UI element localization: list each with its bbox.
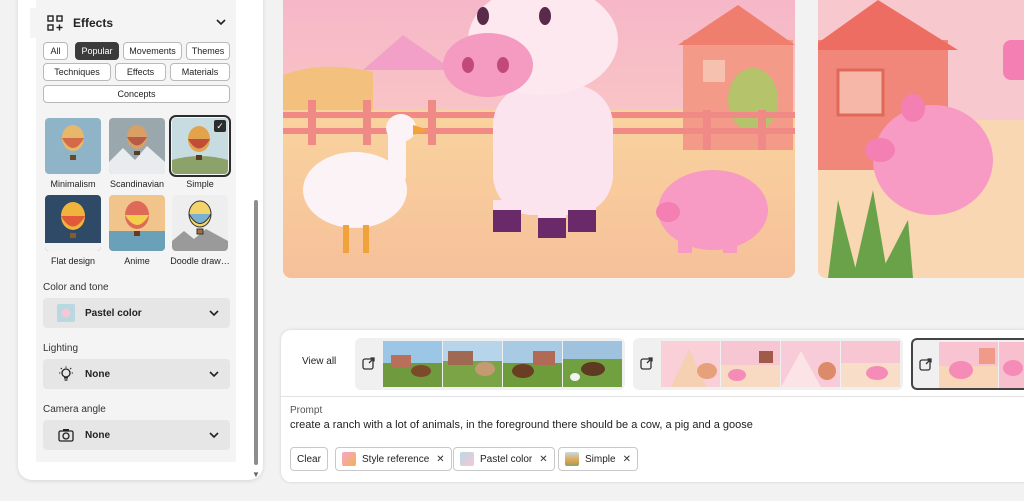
history-group-3-selected[interactable] xyxy=(911,338,1024,390)
style-label-anime: Anime xyxy=(124,256,150,266)
style-label-scandinavian: Scandinavian xyxy=(109,179,165,189)
chevron-down-icon xyxy=(209,310,219,317)
pastel-swatch-icon xyxy=(57,304,75,322)
scroll-down-arrow[interactable]: ▼ xyxy=(252,470,260,479)
history-thumb[interactable] xyxy=(781,341,840,387)
balloon-icon xyxy=(45,195,101,251)
reuse-icon[interactable] xyxy=(919,357,933,371)
style-thumb-doodle[interactable] xyxy=(172,195,228,251)
style-label-flat-design: Flat design xyxy=(50,256,96,266)
bulb-icon xyxy=(57,365,75,383)
filter-chip-popular[interactable]: Popular xyxy=(75,42,119,60)
lighting-label: Lighting xyxy=(43,343,79,354)
camera-angle-value: None xyxy=(85,429,110,441)
style-thumb-simple[interactable]: ✓ xyxy=(169,115,231,177)
lighting-value: None xyxy=(85,368,110,380)
style-label-minimalism: Minimalism xyxy=(50,179,96,189)
history-thumb[interactable] xyxy=(503,341,562,387)
reuse-icon[interactable] xyxy=(362,356,376,370)
simple-style-icon xyxy=(565,452,579,466)
filter-chip-movements[interactable]: Movements xyxy=(123,42,182,60)
tag-label: Style reference xyxy=(362,453,430,465)
balloon-icon xyxy=(45,118,101,174)
history-thumb[interactable] xyxy=(939,342,998,388)
history-thumb[interactable] xyxy=(383,341,442,387)
panel-scrollbar[interactable] xyxy=(254,200,258,465)
style-thumb-minimalism[interactable] xyxy=(45,118,101,174)
lighting-dropdown[interactable]: None xyxy=(43,359,230,389)
history-group-2[interactable] xyxy=(633,338,903,390)
history-thumb[interactable] xyxy=(999,342,1024,388)
filter-chip-all[interactable]: All xyxy=(43,42,68,60)
pastel-swatch-icon xyxy=(460,452,474,466)
history-thumb[interactable] xyxy=(443,341,502,387)
style-label-doodle: Doodle draw… xyxy=(170,256,230,266)
chevron-down-icon xyxy=(209,432,219,439)
chevron-down-icon xyxy=(209,371,219,378)
style-reference-icon xyxy=(342,452,356,466)
remove-tag-icon[interactable]: ✕ xyxy=(539,454,547,465)
tag-simple[interactable]: Simple ✕ xyxy=(558,447,638,471)
filter-chip-concepts[interactable]: Concepts xyxy=(43,85,230,103)
prompt-label: Prompt xyxy=(290,405,323,416)
camera-angle-label: Camera angle xyxy=(43,404,106,415)
reuse-icon[interactable] xyxy=(640,356,654,370)
history-thumb[interactable] xyxy=(661,341,720,387)
history-thumb[interactable] xyxy=(563,341,622,387)
balloon-icon xyxy=(109,118,165,174)
checkmark-icon: ✓ xyxy=(214,120,226,132)
effects-section-header[interactable]: Effects xyxy=(30,8,235,38)
color-tone-label: Color and tone xyxy=(43,282,109,293)
tag-label: Simple xyxy=(585,453,616,465)
clear-button[interactable]: Clear xyxy=(290,447,328,471)
style-thumb-flat-design[interactable] xyxy=(45,195,101,251)
tag-pastel-color[interactable]: Pastel color ✕ xyxy=(453,447,555,471)
chevron-down-icon[interactable] xyxy=(215,16,227,28)
tag-style-reference[interactable]: Style reference ✕ xyxy=(335,447,452,471)
history-thumb[interactable] xyxy=(721,341,780,387)
effects-title: Effects xyxy=(73,16,114,30)
remove-tag-icon[interactable]: ✕ xyxy=(623,454,631,465)
filter-chip-materials[interactable]: Materials xyxy=(170,63,230,81)
divider xyxy=(281,396,1024,397)
filter-chip-themes[interactable]: Themes xyxy=(186,42,230,60)
style-thumb-anime[interactable] xyxy=(109,195,165,251)
remove-tag-icon[interactable]: ✕ xyxy=(436,454,444,465)
prompt-input[interactable]: create a ranch with a lot of animals, in… xyxy=(290,419,753,431)
color-tone-value: Pastel color xyxy=(85,307,142,319)
prompt-panel: View all Prompt create a ranch with a lo… xyxy=(281,330,1024,482)
balloon-icon xyxy=(172,195,228,251)
style-thumb-scandinavian[interactable] xyxy=(109,118,165,174)
tag-label: Pastel color xyxy=(480,453,533,465)
view-all-link[interactable]: View all xyxy=(302,356,336,367)
balloon-icon xyxy=(109,195,165,251)
history-group-1[interactable] xyxy=(355,338,625,390)
generated-image-main[interactable] xyxy=(283,0,795,278)
filter-chip-techniques[interactable]: Techniques xyxy=(43,63,111,81)
camera-icon xyxy=(57,426,75,444)
clear-button-label: Clear xyxy=(297,453,321,465)
history-thumb[interactable] xyxy=(841,341,900,387)
effects-icon xyxy=(47,15,63,31)
generated-image-secondary[interactable] xyxy=(818,0,1024,278)
camera-angle-dropdown[interactable]: None xyxy=(43,420,230,450)
color-tone-dropdown[interactable]: Pastel color xyxy=(43,298,230,328)
style-label-simple: Simple xyxy=(186,179,214,189)
filter-chip-effects[interactable]: Effects xyxy=(115,63,166,81)
